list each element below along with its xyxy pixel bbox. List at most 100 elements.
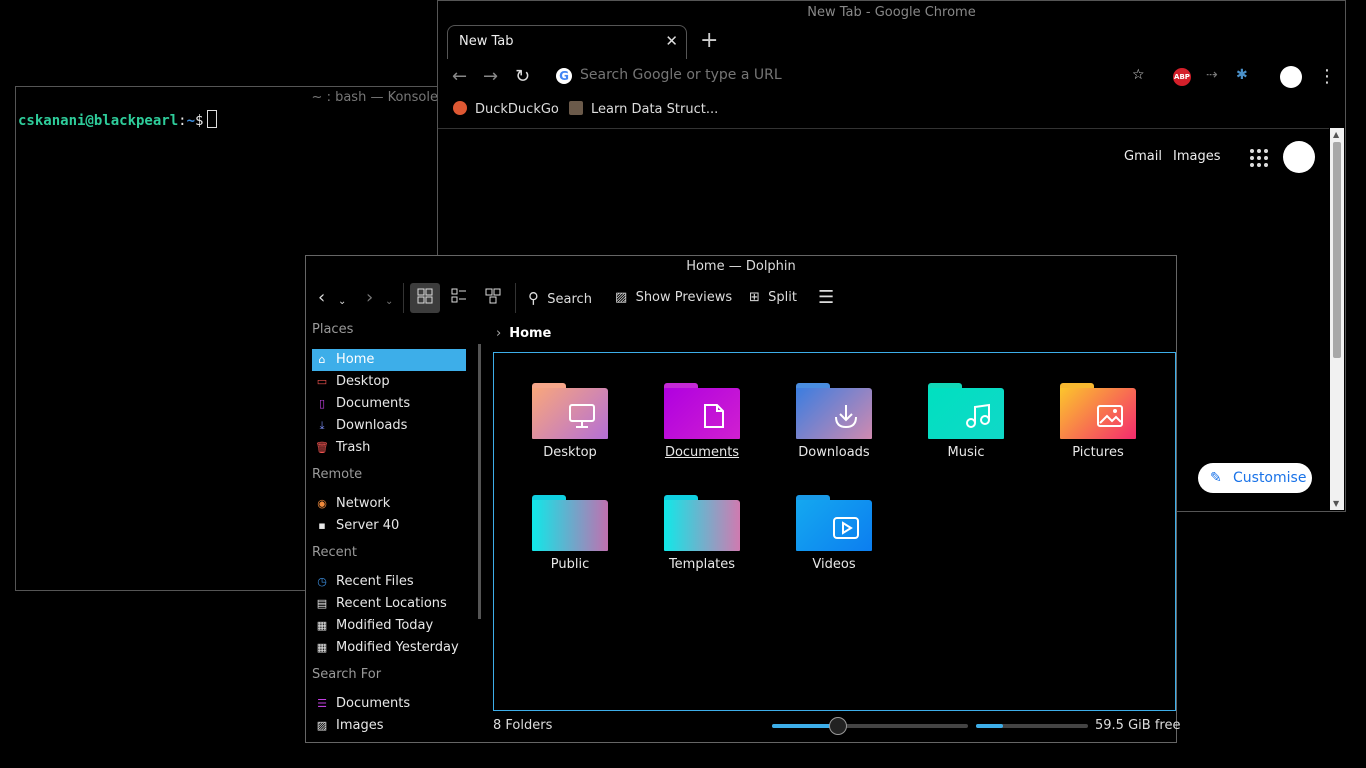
calendar-icon: ▦ — [316, 641, 328, 654]
places-item-documents[interactable]: ▯ Documents — [312, 393, 466, 415]
places-item-search-documents[interactable]: ☰ Documents — [312, 693, 466, 715]
places-item-recent-locations[interactable]: ▤ Recent Locations — [312, 593, 466, 615]
folder-icon — [532, 383, 608, 439]
monitor-icon — [569, 404, 595, 428]
forward-chevron-icon[interactable]: › — [366, 283, 373, 313]
prompt-separator: : — [178, 113, 187, 129]
trash-icon: 🗑 — [315, 441, 329, 454]
bookmark-learn-data-structures[interactable]: Learn Data Struct... — [569, 101, 718, 117]
menu-dots-icon[interactable]: ⋮ — [1318, 66, 1336, 87]
bookmark-duckduckgo[interactable]: DuckDuckGo — [453, 101, 559, 117]
folder-icon — [664, 495, 740, 551]
folder-view[interactable]: Desktop Documents Downloads Music Pictur… — [493, 352, 1176, 711]
file-icon — [704, 404, 724, 428]
plus-icon[interactable]: + — [700, 29, 718, 53]
star-icon[interactable]: ☆ — [1132, 67, 1145, 83]
folder-downloads[interactable]: Downloads — [779, 383, 889, 460]
gmail-link[interactable]: Gmail — [1124, 149, 1162, 164]
places-item-trash[interactable]: 🗑 Trash — [312, 437, 466, 459]
chevron-right-icon: › — [496, 326, 502, 341]
folder-music[interactable]: Music — [911, 383, 1021, 460]
places-item-search-images[interactable]: ▨ Images — [312, 715, 466, 737]
places-header: Places — [312, 322, 354, 337]
adblock-icon[interactable]: ABP — [1173, 68, 1191, 86]
back-chevron-icon[interactable]: ‹ — [318, 283, 325, 313]
places-item-recent-files[interactable]: ◷ Recent Files — [312, 571, 466, 593]
chrome-toolbar: ← → ↻ G ☆ ABP ⇢ ✱ ⋮ — [438, 58, 1345, 96]
zoom-slider[interactable] — [772, 717, 968, 735]
search-for-header: Search For — [312, 667, 382, 682]
search-button[interactable]: ⚲ Search — [528, 283, 592, 313]
recent-header: Recent — [312, 545, 357, 560]
close-icon[interactable]: ✕ — [665, 32, 678, 50]
forward-arrow-icon[interactable]: → — [483, 66, 498, 87]
tab-new-tab[interactable]: New Tab ✕ — [447, 25, 687, 59]
dolphin-window[interactable]: Home — Dolphin ‹ ⌄ › ⌄ ⚲ Search ▨ Show P… — [305, 255, 1181, 743]
image-icon: ▨ — [615, 290, 628, 305]
show-previews-button[interactable]: ▨ Show Previews — [615, 283, 732, 313]
scroll-up-icon[interactable]: ▲ — [1333, 130, 1339, 139]
reload-icon[interactable]: ↻ — [515, 66, 530, 87]
music-note-icon — [966, 403, 990, 428]
folder-icon — [1060, 383, 1136, 439]
folder-templates[interactable]: Templates — [647, 495, 757, 572]
back-history-chevron-icon[interactable]: ⌄ — [338, 287, 346, 317]
prompt-user: cskanani@blackpearl — [18, 113, 179, 129]
places-item-modified-today[interactable]: ▦ Modified Today — [312, 615, 466, 637]
account-avatar[interactable] — [1283, 141, 1315, 173]
server-icon: ▪ — [318, 519, 326, 532]
konsole-title: ~ : bash — Konsole — [311, 90, 438, 105]
places-item-modified-yesterday[interactable]: ▦ Modified Yesterday — [312, 637, 466, 659]
places-scrollbar[interactable] — [478, 344, 481, 619]
places-item-home[interactable]: ⌂ Home — [312, 349, 466, 371]
hamburger-menu-icon[interactable]: ☰ — [818, 283, 834, 313]
places-item-network[interactable]: ◉ Network — [312, 493, 466, 515]
folder-videos[interactable]: Videos — [779, 495, 889, 572]
details-view-icon[interactable] — [478, 283, 508, 313]
video-play-icon — [833, 517, 859, 539]
places-item-desktop[interactable]: ▭ Desktop — [312, 371, 466, 393]
status-text: 8 Folders — [493, 718, 553, 733]
breadcrumb[interactable]: › Home — [496, 326, 551, 341]
download-arrow-icon — [835, 405, 857, 429]
remote-header: Remote — [312, 467, 363, 482]
disk-space-bar — [976, 724, 1088, 728]
folder-pictures[interactable]: Pictures — [1043, 383, 1153, 460]
desktop-icon: ▭ — [316, 375, 328, 388]
zoom-slider-fill — [772, 724, 837, 728]
extension-gear-icon[interactable]: ✱ — [1236, 67, 1248, 83]
back-arrow-icon[interactable]: ← — [452, 66, 467, 87]
tab-label: New Tab — [459, 34, 514, 49]
split-view-icon: ⊞ — [749, 290, 760, 305]
profile-avatar[interactable] — [1280, 66, 1302, 88]
images-link[interactable]: Images — [1173, 149, 1221, 164]
free-space-text: 59.5 GiB free — [1095, 718, 1181, 733]
page-scrollbar[interactable]: ▲ ▼ — [1330, 128, 1344, 510]
omnibox-input[interactable] — [580, 67, 1100, 83]
customise-button[interactable]: ✎ Customise — [1198, 463, 1312, 493]
folder-documents[interactable]: Documents — [647, 383, 757, 460]
download-icon: ⤓ — [319, 419, 325, 432]
folder-public[interactable]: Public — [515, 495, 625, 572]
scrollbar-thumb[interactable] — [1333, 142, 1341, 358]
folder-icon — [664, 383, 740, 439]
folder-icon — [532, 495, 608, 551]
icons-view-icon[interactable] — [410, 283, 440, 313]
compact-view-icon[interactable] — [444, 283, 474, 313]
scroll-down-icon[interactable]: ▼ — [1333, 499, 1339, 508]
zoom-slider-handle[interactable] — [828, 717, 847, 735]
folder-icon — [796, 383, 872, 439]
places-item-server[interactable]: ▪ Server 40 — [312, 515, 466, 537]
forward-history-chevron-icon[interactable]: ⌄ — [385, 287, 393, 317]
places-item-downloads[interactable]: ⤓ Downloads — [312, 415, 466, 437]
apps-grid-icon[interactable] — [1250, 149, 1268, 167]
document-icon: ▯ — [318, 397, 326, 410]
terminal-prompt[interactable]: cskanani@blackpearl:~$ — [18, 110, 218, 129]
search-icon: ⚲ — [528, 289, 539, 307]
folder-desktop[interactable]: Desktop — [515, 383, 625, 460]
folder-icon — [796, 495, 872, 551]
extension-arrow-icon[interactable]: ⇢ — [1206, 67, 1218, 83]
document-lines-icon: ☰ — [317, 697, 327, 710]
split-button[interactable]: ⊞ Split — [749, 283, 797, 313]
calendar-icon: ▦ — [316, 619, 328, 632]
